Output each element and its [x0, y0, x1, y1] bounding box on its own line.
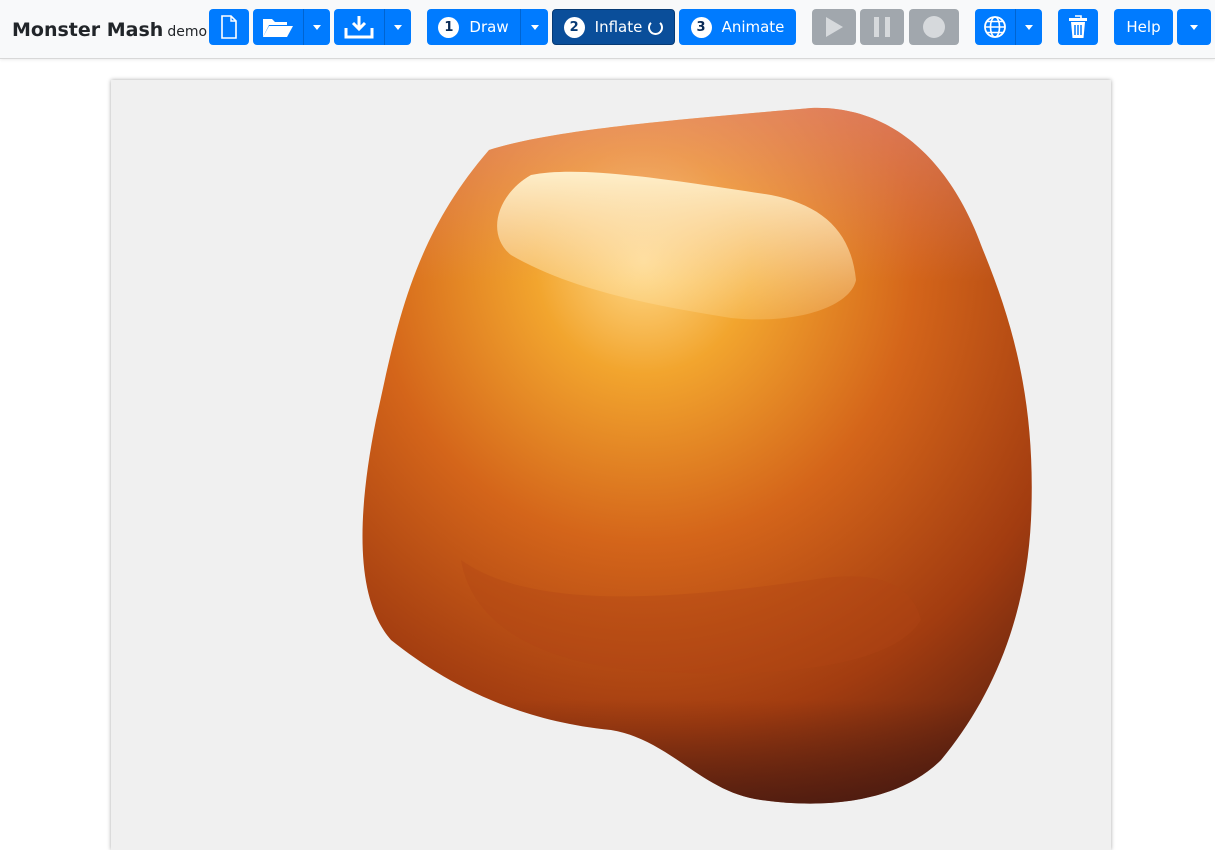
chevron-down-icon	[1190, 24, 1198, 30]
language-button[interactable]	[975, 9, 1015, 45]
chevron-down-icon	[313, 24, 321, 30]
open-file-dropdown[interactable]	[304, 9, 330, 45]
folder-open-icon	[263, 19, 293, 37]
step-number-badge: 3	[690, 16, 712, 38]
globe-icon	[984, 16, 1006, 38]
animate-step-button[interactable]: 3 Animate	[679, 9, 796, 45]
open-file-button-group	[253, 9, 330, 45]
app-subtitle: demo	[167, 24, 208, 40]
step-number-badge: 2	[563, 16, 585, 38]
inflate-step-button[interactable]: 2 Inflate	[552, 9, 675, 45]
app-title: Monster Mash	[12, 19, 164, 41]
save-file-button[interactable]	[334, 9, 384, 45]
app-brand: Monster Mash demo	[12, 19, 207, 41]
new-file-button[interactable]	[209, 9, 249, 45]
record-button[interactable]	[909, 9, 959, 45]
save-file-button-group	[334, 9, 411, 45]
pause-button[interactable]	[860, 9, 904, 45]
help-dropdown[interactable]	[1177, 9, 1211, 45]
inflated-shape[interactable]	[111, 80, 1111, 850]
delete-button[interactable]	[1058, 9, 1098, 45]
record-icon	[923, 16, 945, 38]
draw-step-dropdown[interactable]	[521, 9, 548, 45]
draw-step-label: Draw	[469, 18, 509, 36]
animate-step-label: Animate	[721, 18, 785, 36]
step-number-badge: 1	[438, 16, 460, 38]
language-dropdown[interactable]	[1016, 9, 1042, 45]
save-file-dropdown[interactable]	[385, 9, 411, 45]
language-button-group	[975, 9, 1042, 45]
play-icon	[826, 17, 843, 37]
top-toolbar: Monster Mash demo 1 Draw 2 Inflate 3 Ani…	[0, 0, 1215, 59]
trash-icon	[1069, 15, 1087, 38]
pause-icon	[874, 17, 890, 37]
draw-step-button-group: 1 Draw	[427, 9, 548, 45]
open-file-button[interactable]	[253, 9, 303, 45]
chevron-down-icon	[530, 24, 539, 30]
file-icon	[221, 15, 237, 39]
chevron-down-icon	[394, 24, 402, 30]
chevron-down-icon	[1025, 24, 1033, 30]
download-icon	[344, 16, 374, 39]
help-button[interactable]: Help	[1114, 9, 1173, 45]
play-button[interactable]	[812, 9, 856, 45]
drawing-canvas[interactable]	[111, 80, 1111, 850]
inflate-step-label: Inflate	[594, 18, 643, 36]
loading-spinner-icon	[648, 19, 664, 35]
help-label: Help	[1126, 18, 1161, 36]
draw-step-button[interactable]: 1 Draw	[427, 9, 520, 45]
